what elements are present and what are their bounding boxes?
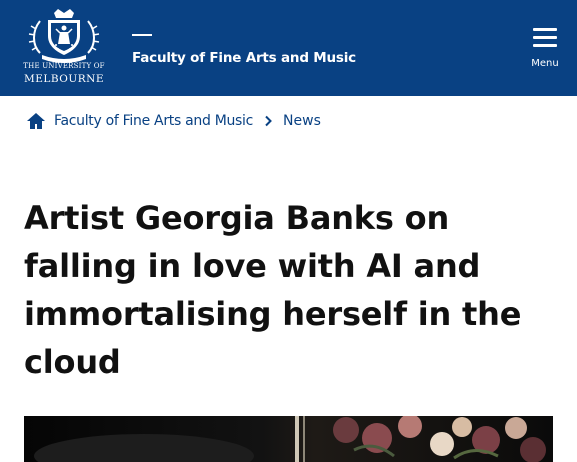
breadcrumb-item-faculty[interactable]: Faculty of Fine Arts and Music — [54, 113, 253, 129]
hero-image — [24, 416, 553, 462]
breadcrumb: Faculty of Fine Arts and Music News — [26, 108, 321, 134]
site-header: THE UNIVERSITY OF MELBOURNE Faculty of F… — [0, 0, 577, 96]
chevron-right-icon — [265, 115, 272, 127]
hero-photo-art — [24, 416, 553, 462]
article-headline: Artist Georgia Banks on falling in love … — [24, 199, 522, 381]
university-crest-icon — [28, 9, 100, 63]
faculty-title-link[interactable]: Faculty of Fine Arts and Music — [132, 50, 356, 66]
university-logo[interactable]: THE UNIVERSITY OF MELBOURNE — [18, 7, 110, 89]
menu-label: Menu — [531, 58, 559, 69]
home-icon[interactable] — [26, 111, 46, 131]
menu-button[interactable]: Menu — [527, 26, 563, 72]
title-accent-line — [132, 34, 152, 36]
logo-text-line1: THE UNIVERSITY OF — [23, 62, 105, 70]
breadcrumb-item-news[interactable]: News — [283, 113, 321, 129]
logo-text-line2: MELBOURNE — [23, 73, 104, 85]
